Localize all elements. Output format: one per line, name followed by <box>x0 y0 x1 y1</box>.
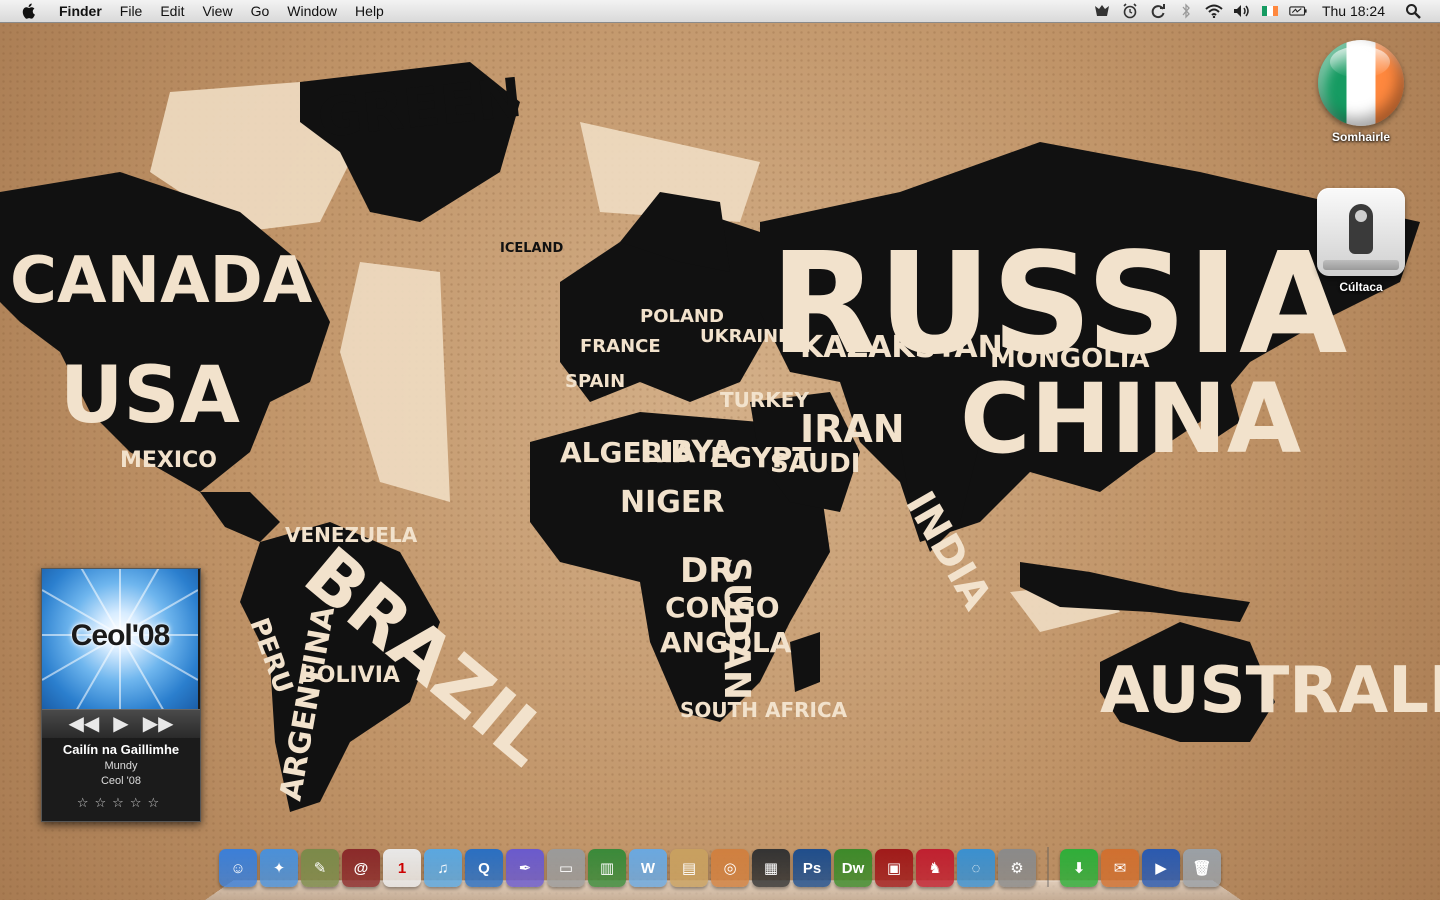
apple-menu-icon[interactable] <box>20 2 38 20</box>
dock-item-iwork-icon[interactable]: ▤ <box>670 849 708 887</box>
spotlight-icon[interactable] <box>1404 3 1422 19</box>
song-title: Cailín na Gaillimhe <box>62 742 180 757</box>
volume-icon[interactable] <box>1233 3 1251 19</box>
dock-item-photoshop-icon[interactable]: Ps <box>793 849 831 887</box>
map-label-china: CHINA <box>960 363 1301 475</box>
map-label-poland: POLAND <box>640 306 724 327</box>
dock-item-chess-icon[interactable]: ♞ <box>916 849 954 887</box>
map-label-angola: ANGOLA <box>660 626 792 659</box>
map-label-dr: DR <box>680 551 734 591</box>
menu-edit[interactable]: Edit <box>151 0 193 22</box>
dock-item-finder-icon[interactable]: ☺ <box>219 849 257 887</box>
alarm-clock-icon[interactable] <box>1121 3 1139 19</box>
playback-controls: ◀◀ ▶ ▶▶ <box>42 709 200 738</box>
desktop-icon-somhairle[interactable]: Somhairle <box>1306 40 1416 144</box>
dock-item-script-editor-icon[interactable]: ✒ <box>506 849 544 887</box>
menu-window[interactable]: Window <box>278 0 346 22</box>
menu-clock[interactable]: Thu 18:24 <box>1322 3 1385 19</box>
dock-item-itunes-icon[interactable]: ♫ <box>424 849 462 887</box>
desktop-icon-label: Cúltaca <box>1339 280 1383 294</box>
menu-file[interactable]: File <box>111 0 152 22</box>
dock-icons: ☺ ✦ ✎ @1 ♫ Q ✒ ▭ ▥ W ▤ ◎ ▦ Ps Dw ▣ ♞ ◌ ⚙ ⬇ ✉ ▶ 🗑 <box>219 847 1221 887</box>
map-label-kazakstan: KAZAKSTAN <box>800 330 1003 365</box>
menu-help[interactable]: Help <box>346 0 393 22</box>
map-label-algeria: ALGERIA <box>560 436 696 469</box>
map-label-france: FRANCE <box>580 336 661 357</box>
next-track-button[interactable]: ▶▶ <box>143 714 174 734</box>
map-label-venezuela: VENEZUELA <box>285 523 418 547</box>
map-label-ukraine: UKRAINE <box>700 326 790 347</box>
dock-item-dreamweaver-icon[interactable]: Dw <box>834 849 872 887</box>
album-art-title: Ceol'08 <box>70 619 171 652</box>
map-label-iran: IRAN <box>800 407 905 451</box>
dock-separator <box>1047 847 1049 887</box>
menu-view[interactable]: View <box>193 0 241 22</box>
dock: ☺ ✦ ✎ @1 ♫ Q ✒ ▭ ▥ W ▤ ◎ ▦ Ps Dw ▣ ♞ ◌ ⚙ ⬇ ✉ ▶ 🗑 <box>205 843 1241 900</box>
map-label-mexico: MEXICO <box>120 448 217 473</box>
map-label-australia: AUSTRALIA <box>1100 654 1440 728</box>
dock-item-address-book-icon[interactable]: @ <box>342 849 380 887</box>
menu-go[interactable]: Go <box>242 0 279 22</box>
dock-item-final-cut-icon[interactable]: ▦ <box>752 849 790 887</box>
dock-item-pages-icon[interactable]: W <box>629 849 667 887</box>
desktop-icon-cultaca[interactable]: Cúltaca <box>1306 188 1416 294</box>
drive-info-glyph <box>1349 204 1373 254</box>
play-button[interactable]: ▶ <box>113 714 128 734</box>
irish-flag-ball-icon <box>1318 40 1404 126</box>
album-name: Ceol '08 <box>100 775 141 787</box>
time-machine-drive-icon <box>1317 188 1405 276</box>
dock-item-adium-icon[interactable]: ✎ <box>301 849 339 887</box>
map-label-usa: USA <box>60 351 240 441</box>
map-label-congo: CONGO <box>665 591 780 624</box>
dock-item-mail-stamp-icon[interactable]: ✉ <box>1101 849 1139 887</box>
rating-stars[interactable]: ☆☆☆☆☆ <box>42 795 200 811</box>
map-label-iceland: ICELAND <box>500 241 563 256</box>
dock-item-shiira-icon[interactable]: ◌ <box>957 849 995 887</box>
sync-icon[interactable] <box>1149 3 1167 19</box>
dock-item-keynote-icon[interactable]: ▭ <box>547 849 585 887</box>
irish-flag-icon[interactable] <box>1261 3 1279 19</box>
map-label-spain: SPAIN <box>565 371 625 392</box>
dock-item-imovie-icon[interactable]: ▶ <box>1142 849 1180 887</box>
world-map-wallpaper: GREEN ICELAND CANADA USA MEXICO RUSSIA C… <box>0 62 1440 812</box>
map-label-niger: NIGER <box>620 485 725 520</box>
growl-icon[interactable] <box>1093 3 1111 19</box>
dock-item-iphoto-icon[interactable]: ◎ <box>711 849 749 887</box>
wifi-icon[interactable] <box>1205 3 1223 19</box>
map-label-south-africa: SOUTH AFRICA <box>680 698 848 722</box>
dock-item-quicktime-icon[interactable]: Q <box>465 849 503 887</box>
desktop-icon-label: Somhairle <box>1331 130 1391 144</box>
app-menu-finder[interactable]: Finder <box>50 0 111 22</box>
album-art[interactable]: Ceol'08 <box>42 569 198 709</box>
battery-icon[interactable] <box>1289 3 1307 19</box>
dock-item-trash-icon[interactable]: 🗑 <box>1183 849 1221 887</box>
track-info: Cailín na Gaillimhe Mundy Ceol '08 ☆☆☆☆☆ <box>42 738 200 811</box>
previous-track-button[interactable]: ◀◀ <box>69 714 100 734</box>
menu-bar: Finder File Edit View Go Window Help Thu… <box>0 0 1440 23</box>
artist-name: Mundy <box>104 760 138 772</box>
dock-item-ical-icon[interactable]: 1 <box>383 849 421 887</box>
map-label-mongolia: MONGOLIA <box>990 344 1150 374</box>
dock-item-front-row-icon[interactable]: ▣ <box>875 849 913 887</box>
map-label-turkey: TURKEY <box>720 388 809 412</box>
bluetooth-icon[interactable] <box>1177 3 1195 19</box>
dock-item-safari-icon[interactable]: ✦ <box>260 849 298 887</box>
dock-item-system-preferences-icon[interactable]: ⚙ <box>998 849 1036 887</box>
dock-item-numbers-icon[interactable]: ▥ <box>588 849 626 887</box>
itunes-widget: Ceol'08 ◀◀ ▶ ▶▶ Cailín na Gaillimhe Mund… <box>41 568 201 822</box>
map-label-canada: CANADA <box>10 244 313 318</box>
status-area: Thu 18:24 <box>1088 0 1440 22</box>
dock-item-transmission-icon[interactable]: ⬇ <box>1060 849 1098 887</box>
